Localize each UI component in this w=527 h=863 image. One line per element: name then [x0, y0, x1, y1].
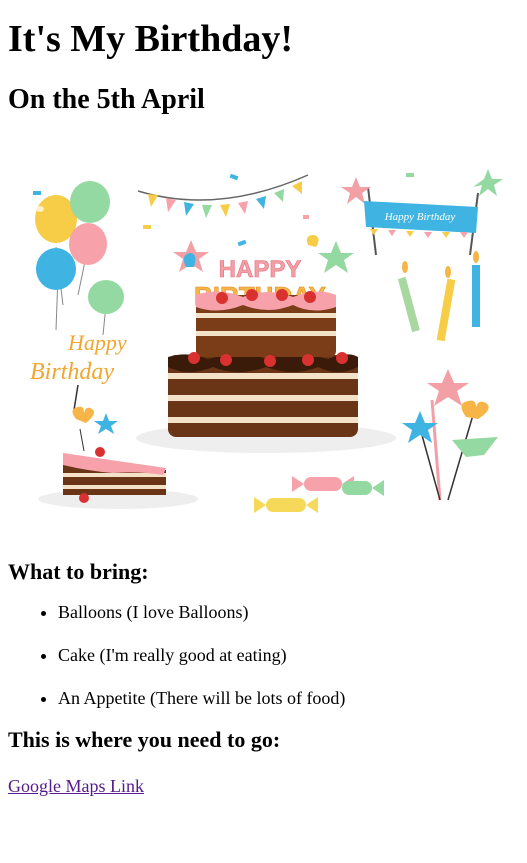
cake-icon	[136, 289, 396, 453]
party-picks-icon	[402, 369, 498, 501]
balloons-icon	[35, 181, 124, 336]
svg-text:HAPPY: HAPPY	[219, 256, 302, 283]
list-item: Cake (I'm really good at eating)	[58, 644, 519, 666]
candles-icon	[397, 251, 480, 342]
script-happy-birthday-icon: Happy Birthday	[30, 330, 127, 411]
svg-text:Happy: Happy	[67, 330, 127, 355]
bring-list: Balloons (I love Balloons) Cake (I'm rea…	[8, 601, 519, 709]
candies-icon	[254, 476, 384, 513]
google-maps-link[interactable]: Google Maps Link	[8, 775, 144, 797]
svg-text:Happy Birthday: Happy Birthday	[384, 211, 456, 223]
page-title: It's My Birthday!	[8, 18, 293, 60]
birthday-illustration: Happy Birthday Happy Birthday HAPPY	[8, 155, 519, 538]
list-item: An Appetite (There will be lots of food)	[58, 687, 519, 709]
list-item: Balloons (I love Balloons)	[58, 601, 519, 623]
location-heading: This is where you need to go:	[8, 727, 281, 752]
page: It's My Birthday! On the 5th April Happy…	[0, 17, 527, 797]
svg-text:Birthday: Birthday	[30, 359, 114, 385]
date-subtitle: On the 5th April	[8, 84, 205, 115]
happy-birthday-banner-icon: Happy Birthday	[341, 169, 503, 256]
bunting-icon	[137, 174, 309, 218]
what-to-bring-heading: What to bring:	[8, 559, 149, 584]
